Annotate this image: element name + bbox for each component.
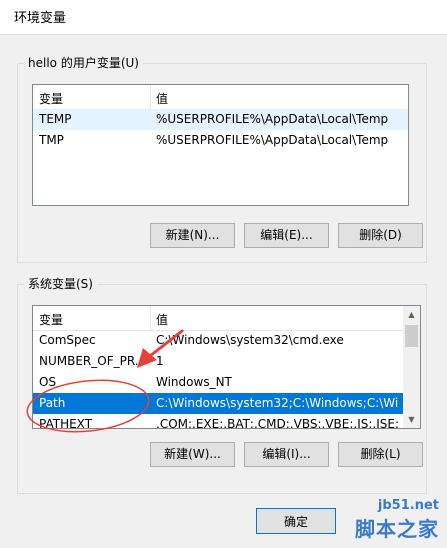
- user-delete-button[interactable]: 删除(D): [338, 223, 423, 248]
- watermark: jb51.net 脚本之家: [355, 498, 439, 542]
- vertical-scrollbar[interactable]: ▲ ▼: [403, 306, 420, 428]
- system-variables-group: 系统变量(S) 变量 值 ComSpec C:\Windows\system32…: [17, 276, 427, 494]
- user-variables-legend: hello 的用户变量(U): [24, 55, 143, 71]
- watermark-site: jb51.net: [377, 498, 439, 513]
- table-row[interactable]: OS Windows_NT: [33, 372, 403, 393]
- user-variables-header: 变量 值: [33, 85, 408, 110]
- user-new-button[interactable]: 新建(N)...: [150, 223, 235, 248]
- user-variables-list[interactable]: 变量 值 TEMP %USERPROFILE%\AppData\Local\Te…: [32, 84, 409, 206]
- variable-value: .COM;.EXE;.BAT;.CMD;.VBS;.VBE;.JS;.JSE;.…: [156, 417, 399, 429]
- variable-value: C:\Windows\system32\cmd.exe: [156, 333, 344, 347]
- variable-name: TEMP: [39, 112, 72, 126]
- user-variables-group: hello 的用户变量(U) 变量 值 TEMP %USERPROFILE%\A…: [17, 55, 427, 263]
- table-row[interactable]: ComSpec C:\Windows\system32\cmd.exe: [33, 330, 403, 351]
- scroll-down-icon[interactable]: ▼: [403, 411, 420, 428]
- variable-value: %USERPROFILE%\AppData\Local\Temp: [156, 133, 389, 147]
- table-row[interactable]: TEMP %USERPROFILE%\AppData\Local\Temp: [33, 109, 408, 130]
- variable-name: NUMBER_OF_PR...: [39, 354, 147, 368]
- column-separator[interactable]: [150, 85, 151, 109]
- variable-name: PATHEXT: [39, 417, 93, 429]
- variable-name: TMP: [39, 133, 64, 147]
- scroll-up-icon[interactable]: ▲: [403, 306, 420, 323]
- variable-value: %USERPROFILE%\AppData\Local\Temp: [156, 112, 389, 126]
- system-edit-button[interactable]: 编辑(I)...: [244, 442, 329, 467]
- system-variables-header: 变量 值: [33, 306, 403, 331]
- variable-value: 1: [156, 354, 164, 368]
- ok-button[interactable]: 确定: [256, 508, 336, 534]
- system-delete-button[interactable]: 删除(L): [338, 442, 423, 467]
- system-variables-legend: 系统变量(S): [24, 276, 97, 292]
- watermark-brand: 脚本之家: [355, 517, 439, 541]
- scrollbar-thumb[interactable]: [405, 325, 418, 347]
- user-edit-button[interactable]: 编辑(E)...: [244, 223, 329, 248]
- table-row-selected[interactable]: Path C:\Windows\system32;C:\Windows;C:\W…: [33, 393, 403, 414]
- column-header-value[interactable]: 值: [156, 90, 168, 107]
- table-row[interactable]: NUMBER_OF_PR... 1: [33, 351, 403, 372]
- column-header-value[interactable]: 值: [156, 311, 168, 328]
- table-row[interactable]: PATHEXT .COM;.EXE;.BAT;.CMD;.VBS;.VBE;.J…: [33, 414, 403, 429]
- system-new-button[interactable]: 新建(W)...: [150, 442, 235, 467]
- variable-value: Windows_NT: [156, 375, 232, 389]
- window-title: 环境变量: [14, 11, 67, 26]
- variable-name: OS: [39, 375, 57, 389]
- column-header-variable[interactable]: 变量: [39, 311, 63, 328]
- variable-name: ComSpec: [39, 333, 96, 347]
- table-row[interactable]: TMP %USERPROFILE%\AppData\Local\Temp: [33, 130, 408, 151]
- system-variables-list[interactable]: 变量 值 ComSpec C:\Windows\system32\cmd.exe…: [32, 305, 421, 429]
- variable-value: C:\Windows\system32;C:\Windows;C:\Wi...: [156, 396, 399, 410]
- variable-name: Path: [39, 396, 66, 410]
- column-separator[interactable]: [150, 306, 151, 330]
- title-bar: 环境变量: [0, 0, 447, 35]
- column-header-variable[interactable]: 变量: [39, 90, 63, 107]
